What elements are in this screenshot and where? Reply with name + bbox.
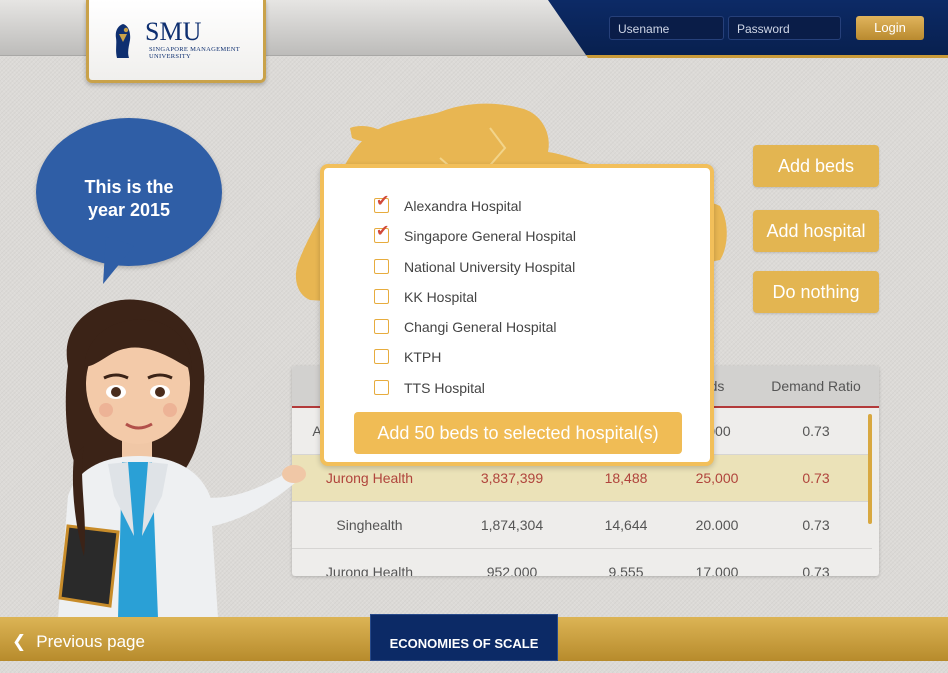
- checkbox[interactable]: ✔: [374, 224, 389, 243]
- table-cell: 0.73: [802, 517, 830, 533]
- add-50-beds-button[interactable]: Add 50 beds to selected hospital(s): [354, 412, 682, 454]
- add-beds-button[interactable]: Add beds: [753, 145, 879, 187]
- logo-text: SMU: [145, 17, 202, 46]
- smu-logo[interactable]: SMU SINGAPORE MANAGEMENT UNIVERSITY: [86, 0, 266, 83]
- table-cell: 952,000: [486, 564, 538, 576]
- bubble-line-1: This is the: [84, 177, 174, 197]
- username-input[interactable]: Usename: [609, 16, 724, 40]
- previous-page-label: Previous page: [36, 632, 145, 651]
- speech-bubble-text: This is the year 2015: [56, 176, 202, 222]
- table-cell: 0.73: [802, 564, 830, 576]
- table-row[interactable]: Singhealth 1,874,304 14,644 20.000 0.73: [292, 502, 872, 549]
- checkbox[interactable]: [374, 380, 389, 395]
- hospital-option-label: Alexandra Hospital: [404, 198, 522, 214]
- previous-page-link[interactable]: ❮ Previous page: [12, 632, 145, 652]
- section-tab-economies-of-scale[interactable]: ECONOMIES OF SCALE: [370, 614, 558, 661]
- password-input[interactable]: Password: [728, 16, 841, 40]
- hospital-option-label: National University Hospital: [404, 259, 576, 275]
- table-cell: Singhealth: [336, 517, 403, 533]
- table-cell: 0.73: [802, 423, 830, 439]
- guide-character: [58, 299, 306, 618]
- table-cell: 0.73: [802, 470, 830, 486]
- table-cell: 1,874,304: [480, 517, 544, 533]
- add-hospital-button[interactable]: Add hospital: [753, 210, 879, 252]
- hospital-option-label: KTPH: [404, 349, 442, 365]
- table-cell: Jurong Health: [325, 564, 414, 576]
- logo-subtitle: SINGAPORE MANAGEMENT UNIVERSITY: [149, 46, 240, 60]
- check-icon: ✔: [376, 223, 390, 240]
- checkbox[interactable]: [374, 349, 389, 364]
- table-cell: 20.000: [695, 517, 739, 533]
- checkbox[interactable]: [374, 319, 389, 334]
- table-cell: 14,644: [604, 517, 648, 533]
- checkbox[interactable]: [374, 259, 389, 274]
- hospital-option-label: KK Hospital: [404, 289, 478, 305]
- login-button[interactable]: Login: [856, 16, 924, 40]
- check-icon: ✔: [376, 193, 390, 210]
- hospital-option-label: Changi General Hospital: [404, 319, 557, 335]
- chevron-left-icon: ❮: [12, 632, 27, 651]
- hospital-select-modal: ✔ Alexandra Hospital ✔ Singapore General…: [320, 164, 714, 466]
- checkbox[interactable]: ✔: [374, 194, 389, 213]
- table-row[interactable]: Jurong Health 952,000 9,555 17,000 0.73: [292, 549, 872, 576]
- col-header-demand-ratio: Demand Ratio: [771, 378, 861, 394]
- bubble-line-2: year 2015: [87, 200, 171, 220]
- table-scrollbar[interactable]: [868, 414, 872, 524]
- hospital-option-label: TTS Hospital: [404, 380, 485, 396]
- table-cell: 9,555: [608, 564, 644, 576]
- table-cell: 17,000: [695, 564, 739, 576]
- hospital-option-label: Singapore General Hospital: [404, 228, 576, 244]
- do-nothing-button[interactable]: Do nothing: [753, 271, 879, 313]
- lion-logo-icon: [115, 24, 131, 58]
- checkbox[interactable]: [374, 289, 389, 304]
